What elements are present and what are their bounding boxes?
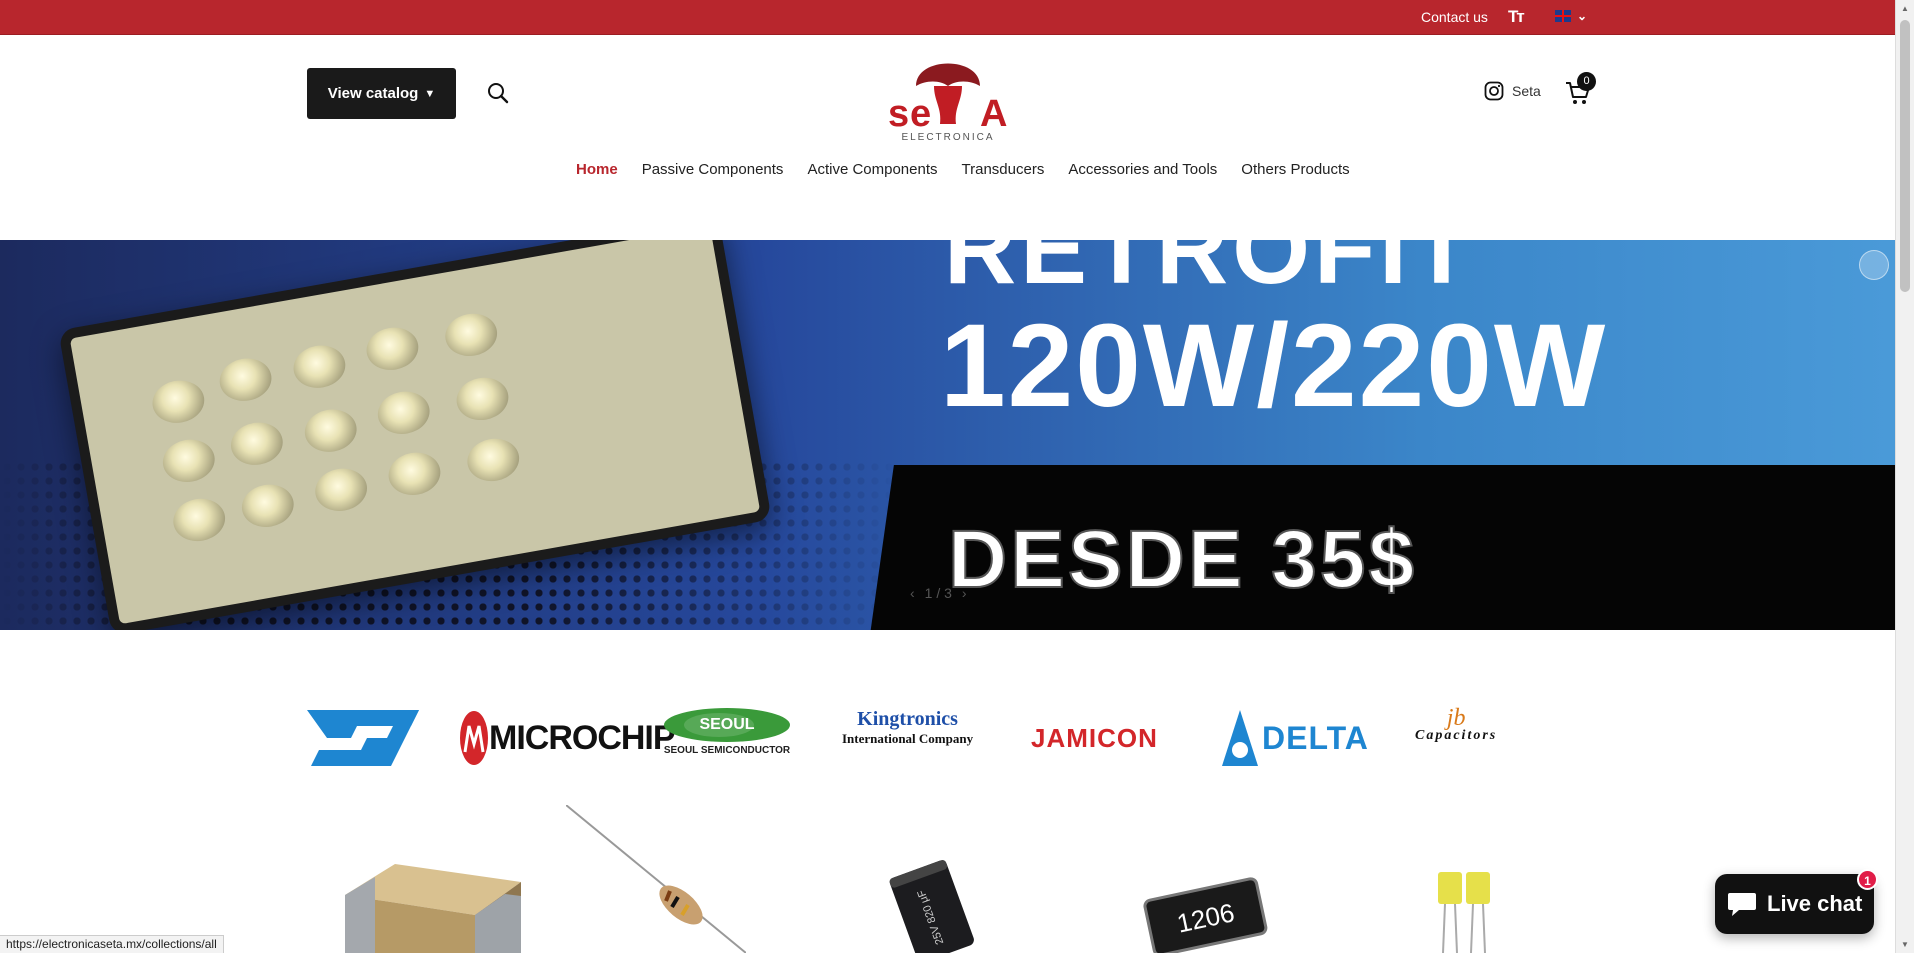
instagram-link[interactable]: Seta [1484,81,1541,101]
nav-item-others-products[interactable]: Others Products [1241,161,1349,178]
seta-logo[interactable]: s e A ELECTRONICA [886,46,1010,142]
microchip-text: MICROCHIP [489,718,676,757]
jamicon-logo[interactable]: JAMICON [1031,708,1158,768]
hero-title-line3: DESDE 35$ [947,513,1418,606]
zoom-lens-icon[interactable] [1859,250,1889,280]
logo-subtext: ELECTRONICA [901,132,994,142]
language-selector[interactable]: ⌄ [1555,9,1587,23]
top-bar: Contact us Tт ⌄ [0,0,1895,35]
browser-status-url: https://electronicaseta.mx/collections/a… [0,935,224,953]
main-nav: Home Passive Components Active Component… [576,161,1350,178]
nav-item-active-components[interactable]: Active Components [807,161,937,178]
seoul-subtext: SEOUL SEMICONDUCTOR [663,745,791,756]
svg-text:s: s [888,93,909,135]
chat-bubble-icon [1728,893,1756,916]
seoul-logo[interactable]: SEOUL SEOUL SEMICONDUCTOR [657,708,797,768]
jb-subtext: Capacitors [1415,728,1498,743]
view-catalog-label: View catalog [327,85,419,102]
svg-text:e: e [910,93,931,135]
view-catalog-button[interactable]: View catalog ▼ [307,68,456,119]
cart-count-badge: 0 [1577,72,1596,91]
search-icon[interactable] [487,82,509,104]
chevron-down-icon: ▼ [424,87,436,100]
delta-triangle-icon [1222,710,1258,766]
microchip-logo[interactable]: MICROCHIP [459,708,676,768]
kingtronics-subtext: International Company [842,731,974,746]
live-chat-label: Live chat [1767,891,1863,916]
scroll-up-icon[interactable]: ▲ [1901,4,1909,13]
text-size-icon[interactable]: Tт [1508,7,1525,27]
microchip-symbol-icon [460,711,488,765]
slider-pager-count: 1 / 3 [924,585,952,601]
contact-us-link[interactable]: Contact us [1421,9,1488,25]
hero-title-line2: 120W/220W [940,300,1608,432]
delta-text: DELTA [1262,719,1369,756]
page: Contact us Tт ⌄ View catalog ▼ s e A ELE… [0,0,1914,953]
product-image-resistor[interactable] [566,805,746,953]
brand-logos: MICROCHIP SEOUL SEOUL SEMICONDUCTOR King… [307,705,1557,768]
chevron-down-icon: ⌄ [1577,9,1588,23]
scrollbar-thumb[interactable] [1900,20,1910,292]
product-image-electrolytic-capacitor[interactable]: 25V 820 μF [880,855,990,953]
kingtronics-text: Kingtronics [857,708,958,730]
nav-item-passive-components[interactable]: Passive Components [642,161,784,178]
chevron-left-icon[interactable]: ‹ [910,585,915,601]
product-image-smd-resistor[interactable]: 1206 [1140,875,1270,953]
scroll-down-icon[interactable]: ▼ [1901,940,1909,949]
instagram-icon [1484,81,1504,101]
kingtronics-logo[interactable]: Kingtronics International Company [842,708,973,768]
product-image-film-capacitor[interactable] [1433,868,1503,953]
hero-title-line1: RETROFIT [944,240,1476,305]
nav-item-home[interactable]: Home [576,161,618,178]
jb-capacitors-logo[interactable]: jb Capacitors [1415,705,1498,768]
jb-text: jb [1446,705,1466,731]
delta-logo[interactable]: DELTA [1220,708,1369,768]
instagram-label: Seta [1512,83,1541,99]
page-scrollbar[interactable]: ▲ ▼ [1895,0,1914,953]
hero-slider[interactable]: RETROFIT 120W/220W DESDE 35$ ‹ 1 / 3 › [0,240,1895,630]
chevron-right-icon[interactable]: › [962,585,967,601]
nav-item-transducers[interactable]: Transducers [962,161,1045,178]
nav-item-accessories-and-tools[interactable]: Accessories and Tools [1068,161,1217,178]
st-logo[interactable] [307,708,421,768]
slider-pager: ‹ 1 / 3 › [910,585,967,601]
chat-unread-badge: 1 [1857,869,1878,890]
svg-text:A: A [980,93,1007,135]
product-image-ceramic-capacitor[interactable] [335,860,525,953]
live-chat-button[interactable]: Live chat [1715,874,1874,934]
uk-flag-icon [1555,10,1571,22]
